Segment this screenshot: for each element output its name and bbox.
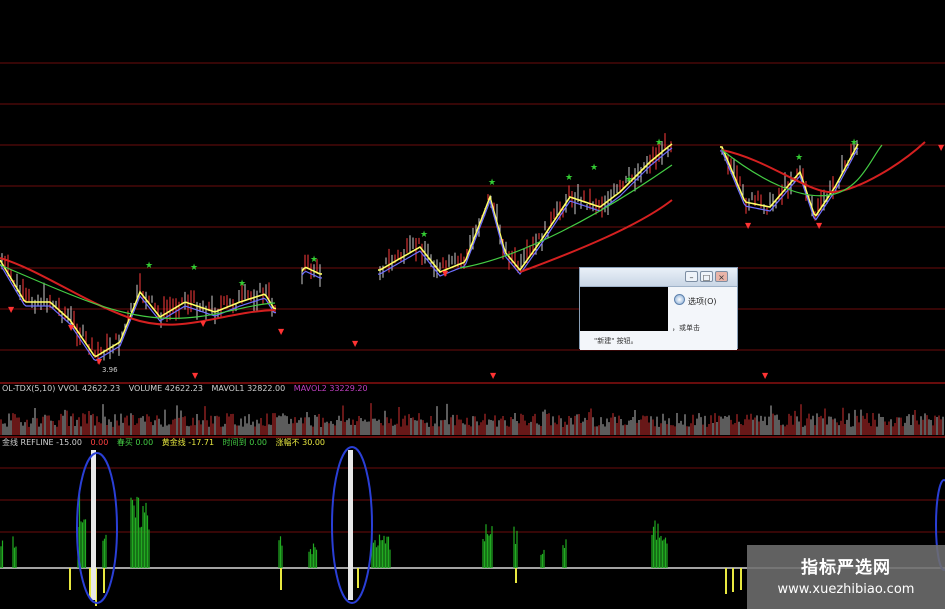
- volume-legend-item: MAVOL1 32822.00: [211, 384, 286, 393]
- maximize-button[interactable]: □: [700, 271, 713, 282]
- volume-legend: OL-TDX(5,10) VVOL 42622.23 VOLUME 42622.…: [2, 384, 374, 393]
- indicator-legend-item: 黄金线 -17.71: [161, 438, 215, 447]
- buy-marker: ★: [190, 263, 198, 273]
- buy-marker: ★: [655, 138, 663, 148]
- close-button[interactable]: ×: [715, 271, 728, 282]
- buy-marker: ★: [590, 163, 598, 173]
- sell-marker: ▼: [278, 327, 285, 336]
- dialog-hint-text: ，或单击: [672, 324, 700, 332]
- buy-marker: ★: [795, 153, 803, 163]
- dialog-titlebar[interactable]: – □ ×: [580, 268, 737, 287]
- volume-histogram: [0, 403, 944, 435]
- minimize-button[interactable]: –: [685, 271, 698, 282]
- options-button[interactable]: 选项(O): [688, 296, 717, 307]
- sell-marker: ▼: [8, 305, 15, 314]
- sell-marker: ▼: [490, 371, 497, 380]
- sell-marker: ▼: [68, 323, 75, 332]
- buy-marker: ★: [488, 178, 496, 188]
- volume-legend-item: OL-TDX(5,10) VVOL 42622.23: [2, 384, 121, 393]
- indicator-legend-item: 春买 0.00: [116, 438, 154, 447]
- sell-marker: ▼: [938, 143, 945, 152]
- buy-marker: ★: [850, 138, 858, 148]
- watermark-title: 指标严选网: [801, 558, 891, 578]
- buy-marker: ★: [310, 255, 318, 265]
- options-dialog[interactable]: – □ × 选项(O) ，或单击 "新建" 按钮。: [579, 267, 738, 350]
- gear-icon[interactable]: [674, 294, 685, 305]
- sell-marker: ▼: [192, 371, 199, 380]
- indicator-legend: 金线 REFLINE -15.00 0.00 春买 0.00 黄金线 -17.7…: [2, 437, 331, 448]
- sell-marker: ▼: [96, 357, 103, 366]
- buy-marker: ★: [238, 279, 246, 289]
- buy-marker: ★: [145, 261, 153, 271]
- signal-spike: [348, 450, 353, 600]
- sell-marker: ▼: [745, 221, 752, 230]
- buy-marker: ★: [420, 230, 428, 240]
- price-low-label: 3.96: [102, 366, 118, 374]
- sell-marker: ▼: [200, 319, 207, 328]
- buy-marker: ★: [625, 175, 633, 185]
- indicator-legend-item: 时间到 0.00: [222, 438, 268, 447]
- sell-marker: ▼: [352, 339, 359, 348]
- volume-legend-item: VOLUME 42622.23: [128, 384, 203, 393]
- dialog-body: 选项(O) ，或单击 "新建" 按钮。: [580, 287, 737, 350]
- price-chart: ★ ★ ★ ★ ★ ★ ★ ★ ★ ★ ★ ★ ▼ ▼ ▼ ▼ ▼ ▼ ▼ ▼ ▼ ▼ ▼ ▼ ▼: [0, 133, 945, 380]
- stock-chart-canvas: ★ ★ ★ ★ ★ ★ ★ ★ ★ ★ ★ ★ ▼ ▼ ▼ ▼ ▼ ▼ ▼ ▼ ▼ ▼ ▼ ▼ ▼ 3.96: [0, 62, 945, 606]
- indicator-legend-item: 0.00: [90, 438, 109, 447]
- ma-long-line: [721, 141, 926, 194]
- sell-marker: ▼: [442, 269, 449, 278]
- indicator-legend-item: 涨幅不 30.00: [275, 438, 326, 447]
- sell-marker: ▼: [816, 221, 823, 230]
- watermark-url: www.xuezhibiao.com: [777, 582, 915, 597]
- dialog-hint-text-2: "新建" 按钮。: [594, 337, 638, 345]
- indicator-legend-item: 金线 REFLINE -15.00: [2, 438, 82, 447]
- volume-legend-item: MAVOL2 33229.20: [293, 384, 368, 393]
- sell-marker: ▼: [762, 371, 769, 380]
- site-watermark: 指标严选网 www.xuezhibiao.com: [747, 545, 945, 609]
- signal-spike: [91, 450, 96, 600]
- redacted-area: [580, 287, 668, 331]
- buy-marker: ★: [565, 173, 573, 183]
